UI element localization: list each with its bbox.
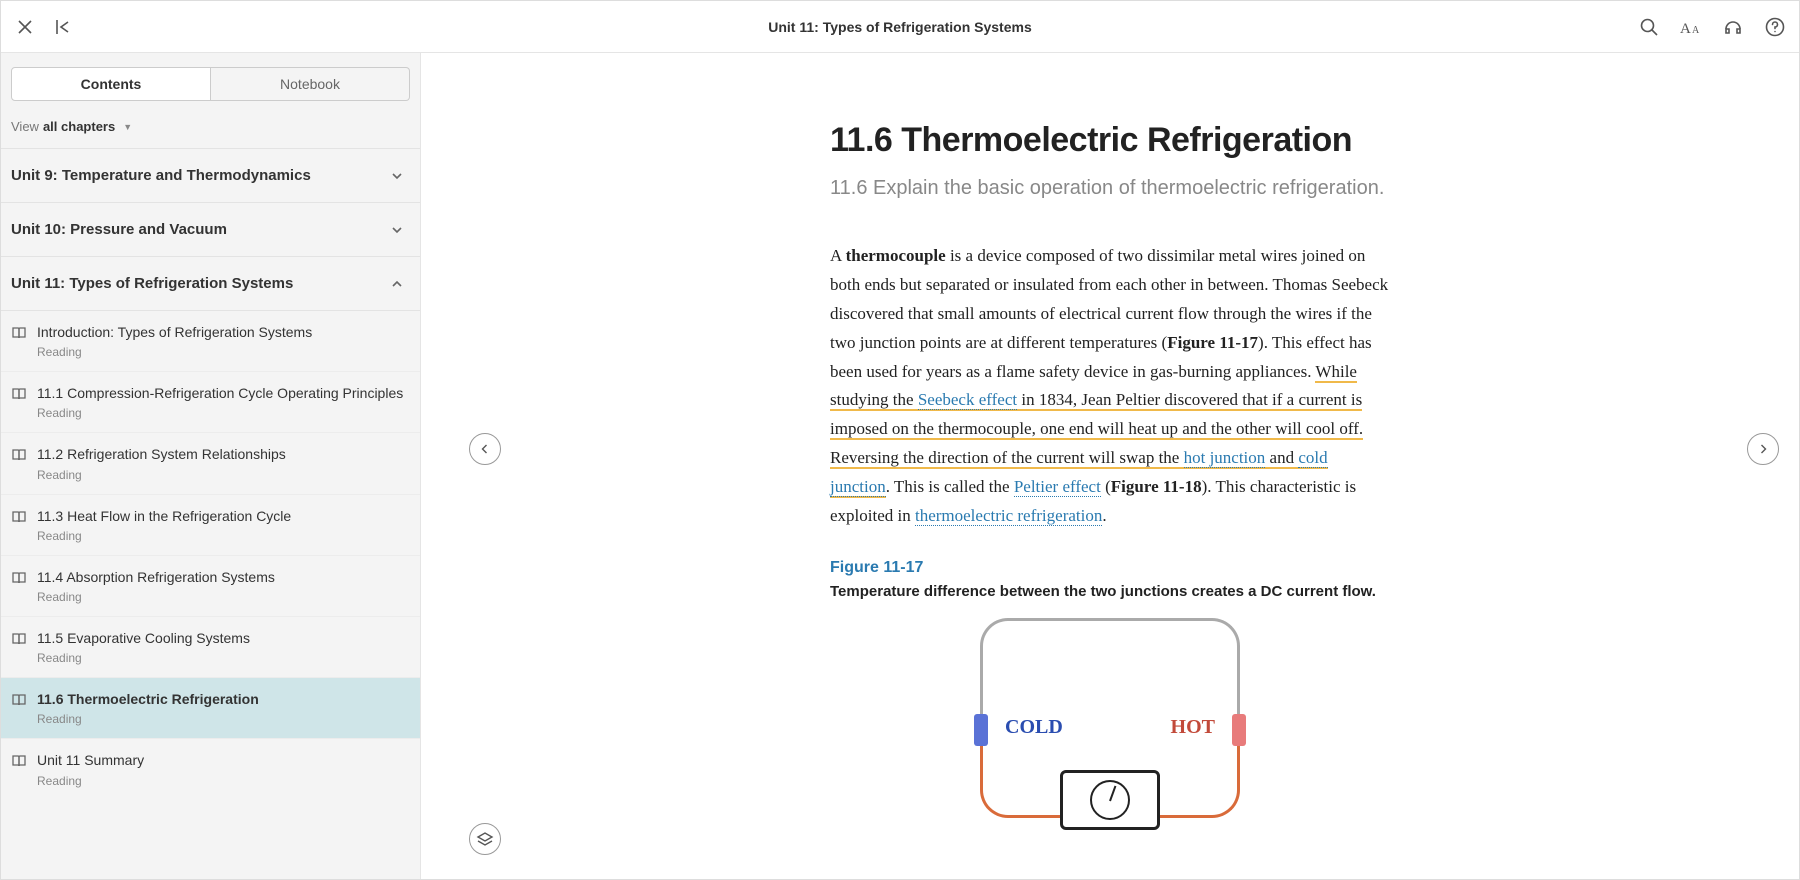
tab-notebook[interactable]: Notebook (211, 67, 410, 101)
link-seebeck-effect[interactable]: Seebeck effect (918, 390, 1017, 410)
toc-type: Reading (37, 774, 144, 788)
toc-type: Reading (37, 406, 403, 420)
toc-type: Reading (37, 590, 275, 604)
toc-item-2[interactable]: 11.2 Refrigeration System Relationships R… (1, 433, 420, 494)
book-icon (11, 447, 27, 463)
toc-item-3[interactable]: 11.3 Heat Flow in the Refrigeration Cycl… (1, 495, 420, 556)
collapse-sidebar-icon[interactable] (51, 15, 75, 39)
figure-caption: Temperature difference between the two j… (830, 583, 1390, 600)
prev-page-button[interactable] (469, 433, 501, 465)
toc-type: Reading (37, 529, 291, 543)
view-value: all chapters (43, 119, 115, 134)
toc-title: 11.5 Evaporative Cooling Systems (37, 629, 250, 647)
body-paragraph: A thermocouple is a device composed of t… (830, 242, 1390, 531)
figure-diagram: COLD HOT (950, 618, 1270, 818)
cold-label: COLD (1005, 716, 1063, 739)
toc-item-0[interactable]: Introduction: Types of Refrigeration Sys… (1, 311, 420, 372)
toc-title: 11.1 Compression-Refrigeration Cycle Ope… (37, 384, 403, 402)
link-hot-junction[interactable]: hot junction (1184, 448, 1266, 468)
app-header: Unit 11: Types of Refrigeration Systems … (1, 1, 1799, 53)
section-subtitle: 11.6 Explain the basic operation of ther… (830, 174, 1390, 202)
chevron-down-icon (390, 169, 404, 183)
cold-junction-marker (974, 714, 988, 746)
svg-text:A: A (1692, 25, 1700, 36)
toc-type: Reading (37, 651, 250, 665)
link-peltier-effect[interactable]: Peltier effect (1014, 477, 1101, 497)
toc-type: Reading (37, 345, 312, 359)
hot-junction-marker (1232, 714, 1246, 746)
svg-text:A: A (1680, 21, 1691, 37)
section-heading: 11.6 Thermoelectric Refrigeration (830, 121, 1390, 160)
ammeter-icon (1060, 770, 1160, 830)
tab-contents[interactable]: Contents (11, 67, 211, 101)
toc-type: Reading (37, 468, 286, 482)
chapter-unit-9[interactable]: Unit 9: Temperature and Thermodynamics (1, 149, 420, 202)
help-icon[interactable] (1763, 15, 1787, 39)
book-icon (11, 570, 27, 586)
chevron-down-icon (390, 223, 404, 237)
sidebar: Contents Notebook View all chapters ▼ Un… (1, 53, 421, 879)
book-icon (11, 631, 27, 647)
search-icon[interactable] (1637, 15, 1661, 39)
toc-title: 11.3 Heat Flow in the Refrigeration Cycl… (37, 507, 291, 525)
toc-item-7[interactable]: Unit 11 Summary Reading (1, 739, 420, 799)
text-settings-icon[interactable]: AA (1679, 15, 1703, 39)
chevron-up-icon (390, 277, 404, 291)
close-icon[interactable] (13, 15, 37, 39)
toc-item-5[interactable]: 11.5 Evaporative Cooling Systems Reading (1, 617, 420, 678)
toc-item-6[interactable]: 11.6 Thermoelectric Refrigeration Reading (1, 678, 420, 739)
toc-title: 11.4 Absorption Refrigeration Systems (37, 568, 275, 586)
chapter-title: Unit 9: Temperature and Thermodynamics (11, 167, 311, 184)
hot-label: HOT (1171, 716, 1215, 739)
next-page-button[interactable] (1747, 433, 1779, 465)
book-icon (11, 325, 27, 341)
link-thermoelectric-refrigeration[interactable]: thermoelectric refrigeration (915, 506, 1102, 526)
content-area: 11.6 Thermoelectric Refrigeration 11.6 E… (421, 53, 1799, 879)
toc-title: Introduction: Types of Refrigeration Sys… (37, 323, 312, 341)
reader-tool-button[interactable] (469, 823, 501, 855)
toc-item-1[interactable]: 11.1 Compression-Refrigeration Cycle Ope… (1, 372, 420, 433)
book-icon (11, 753, 27, 769)
book-icon (11, 692, 27, 708)
caret-down-icon: ▼ (123, 122, 132, 132)
page-title: Unit 11: Types of Refrigeration Systems (768, 19, 1031, 35)
toc-item-4[interactable]: 11.4 Absorption Refrigeration Systems Rea… (1, 556, 420, 617)
chapter-unit-10[interactable]: Unit 10: Pressure and Vacuum (1, 203, 420, 256)
toc-type: Reading (37, 712, 259, 726)
book-icon (11, 386, 27, 402)
chapter-title: Unit 10: Pressure and Vacuum (11, 221, 227, 238)
book-icon (11, 509, 27, 525)
audio-icon[interactable] (1721, 15, 1745, 39)
chapter-unit-11[interactable]: Unit 11: Types of Refrigeration Systems (1, 257, 420, 310)
view-label: View (11, 119, 39, 134)
toc-title: 11.6 Thermoelectric Refrigeration (37, 690, 259, 708)
toc-title: 11.2 Refrigeration System Relationships (37, 445, 286, 463)
chapter-title: Unit 11: Types of Refrigeration Systems (11, 275, 293, 292)
view-selector[interactable]: View all chapters ▼ (1, 111, 420, 148)
toc-title: Unit 11 Summary (37, 751, 144, 769)
figure-label: Figure 11-17 (830, 559, 1390, 577)
